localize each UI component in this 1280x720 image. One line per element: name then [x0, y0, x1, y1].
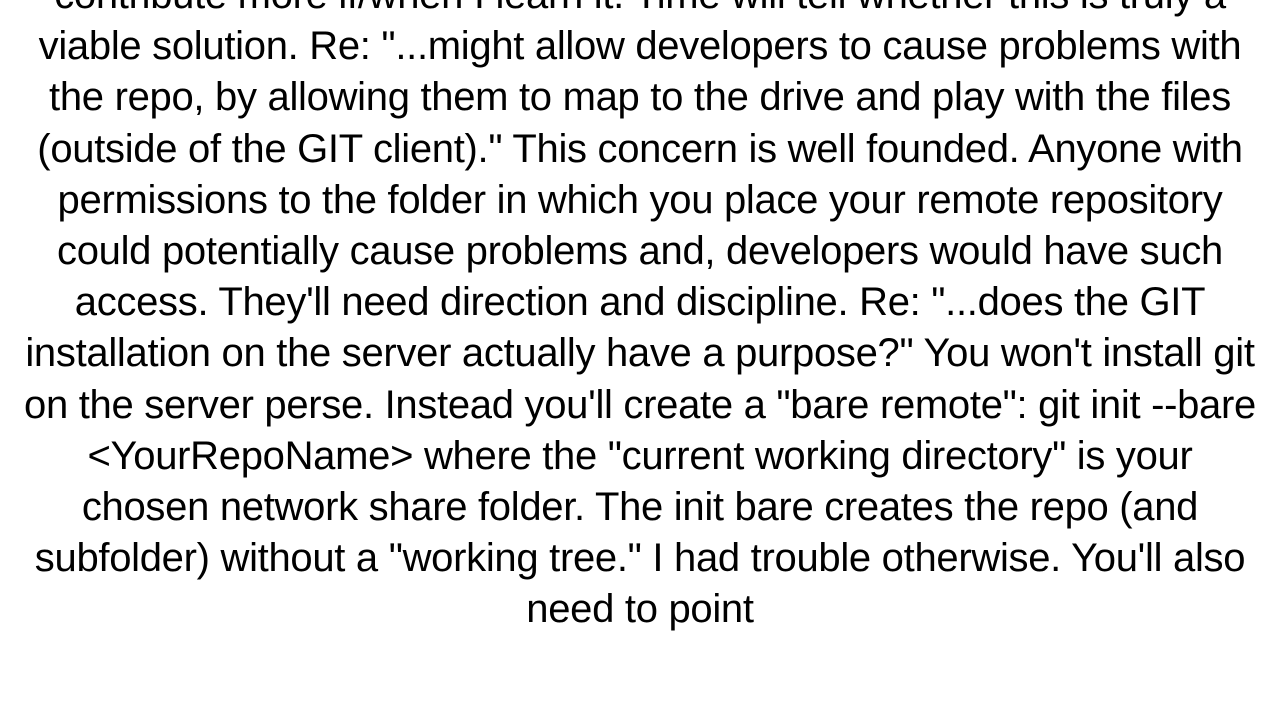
body-paragraph: contribute more if/when I learn it. Time…	[20, 0, 1260, 635]
document-content: contribute more if/when I learn it. Time…	[0, 0, 1280, 635]
